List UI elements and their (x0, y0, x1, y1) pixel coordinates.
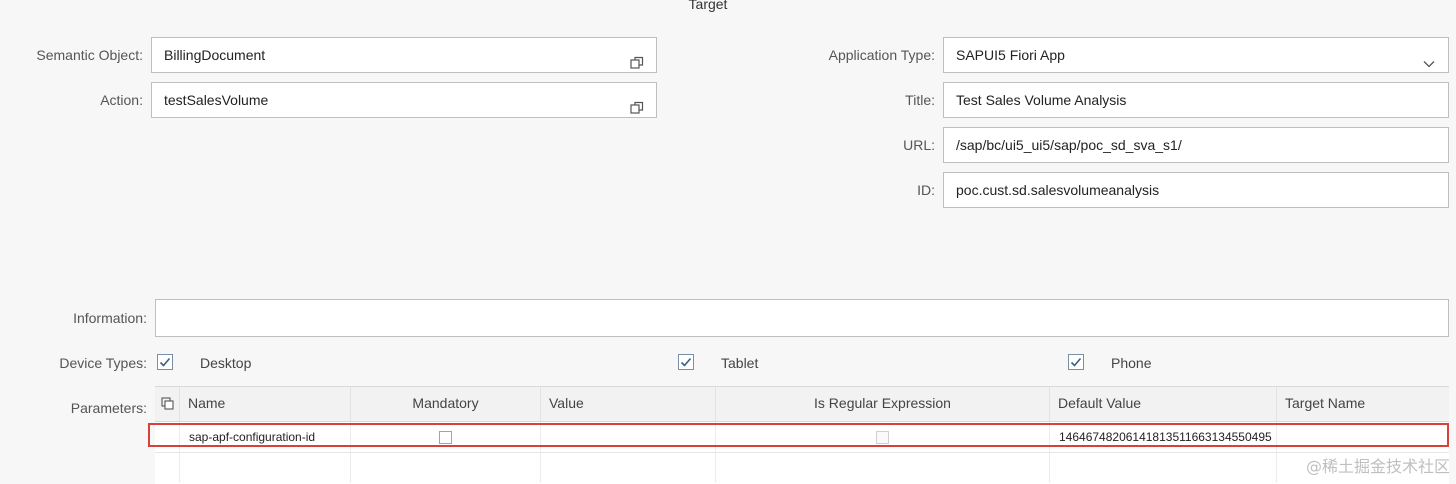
tablet-checkbox[interactable] (678, 354, 694, 370)
information-label: Information: (73, 310, 147, 326)
column-header-name[interactable]: Name (180, 387, 351, 421)
empty-row-cell (351, 453, 541, 483)
semantic-object-field[interactable]: BillingDocument (151, 37, 657, 73)
column-header-value[interactable]: Value (541, 387, 716, 421)
value-help-icon[interactable] (630, 93, 644, 114)
phone-label: Phone (1111, 355, 1152, 371)
application-type-label: Application Type: (828, 47, 935, 63)
empty-row-cell (155, 453, 180, 483)
desktop-label: Desktop (200, 355, 252, 371)
column-header-mandatory[interactable]: Mandatory (351, 387, 541, 421)
empty-row-cell (180, 453, 351, 483)
id-field[interactable]: poc.cust.sd.salesvolumeanalysis (943, 172, 1449, 208)
column-header-target-name[interactable]: Target Name (1277, 387, 1449, 421)
title-field[interactable]: Test Sales Volume Analysis (943, 82, 1449, 118)
empty-row-cell (1050, 453, 1277, 483)
semantic-object-label: Semantic Object: (36, 47, 143, 63)
id-value: poc.cust.sd.salesvolumeanalysis (956, 182, 1160, 198)
chevron-down-icon[interactable] (1422, 49, 1436, 68)
title-value: Test Sales Volume Analysis (956, 92, 1127, 108)
empty-row-cell (716, 453, 1050, 483)
application-type-select[interactable]: SAPUI5 Fiori App (943, 37, 1449, 73)
empty-row-cell (541, 453, 716, 483)
row-highlight-annotation (148, 423, 1449, 447)
url-field[interactable]: /sap/bc/ui5_ui5/sap/poc_sd_sva_s1/ (943, 127, 1449, 163)
semantic-object-value: BillingDocument (164, 47, 266, 63)
information-field[interactable] (155, 299, 1449, 337)
url-label: URL: (903, 137, 935, 153)
section-title: Target (688, 0, 728, 12)
parameters-label: Parameters: (70, 400, 147, 416)
desktop-checkbox[interactable] (157, 354, 173, 370)
phone-checkbox[interactable] (1068, 354, 1084, 370)
device-types-label: Device Types: (59, 355, 147, 371)
application-type-value: SAPUI5 Fiori App (956, 47, 1065, 63)
action-label: Action: (100, 92, 143, 108)
action-value: testSalesVolume (164, 92, 269, 108)
column-header-default-value[interactable]: Default Value (1050, 387, 1277, 421)
value-help-icon[interactable] (630, 48, 644, 69)
action-field[interactable]: testSalesVolume (151, 82, 657, 118)
table-header: Name Mandatory Value Is Regular Expressi… (155, 387, 1449, 422)
tablet-label: Tablet (721, 355, 759, 371)
title-label: Title: (905, 92, 935, 108)
column-header-is-regular-expression[interactable]: Is Regular Expression (716, 387, 1050, 421)
id-label: ID: (917, 182, 935, 198)
url-value: /sap/bc/ui5_ui5/sap/poc_sd_sva_s1/ (956, 137, 1182, 153)
watermark: @稀土掘金技术社区 (1305, 457, 1450, 476)
select-all-icon[interactable] (155, 387, 180, 421)
